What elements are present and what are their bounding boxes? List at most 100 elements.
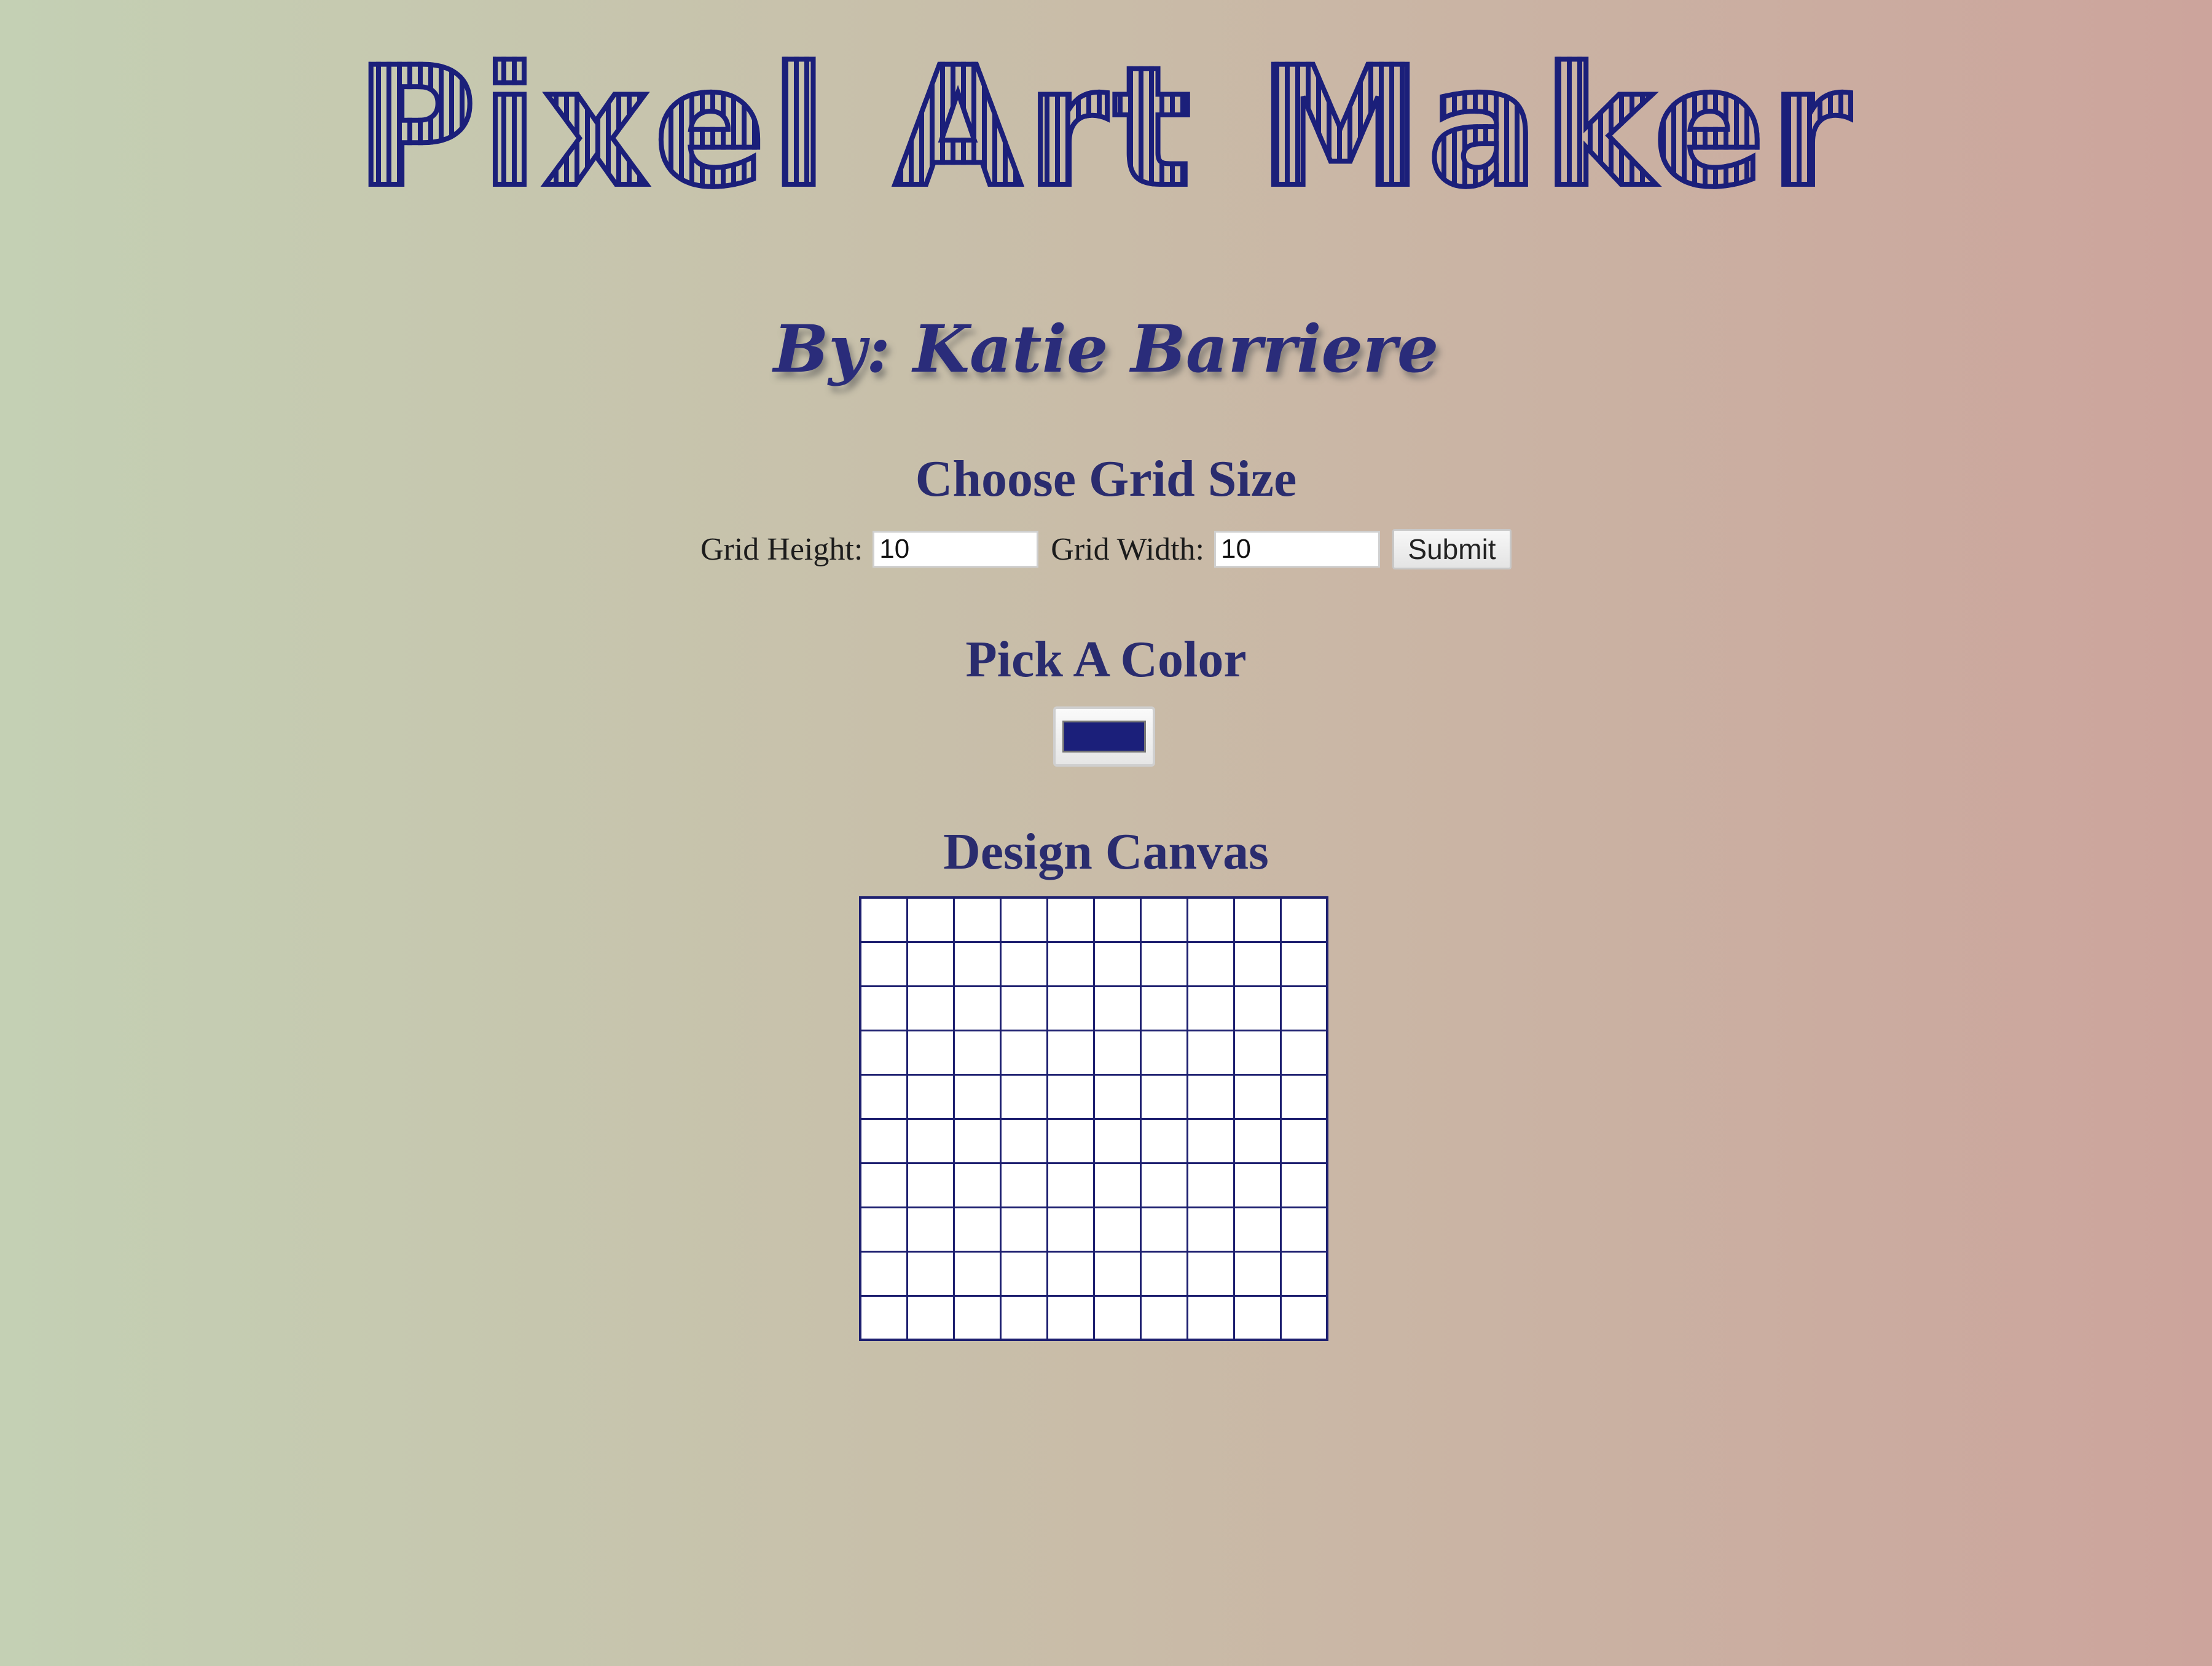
canvas-cell[interactable] [1139, 1250, 1188, 1297]
canvas-cell[interactable] [1233, 1294, 1282, 1341]
canvas-cell[interactable] [1139, 941, 1188, 987]
canvas-cell[interactable] [906, 1117, 955, 1164]
canvas-cell[interactable] [859, 1162, 908, 1208]
canvas-cell[interactable] [1279, 1162, 1328, 1208]
canvas-cell[interactable] [859, 1117, 908, 1164]
canvas-cell[interactable] [859, 1250, 908, 1297]
canvas-cell[interactable] [952, 1206, 1002, 1253]
canvas-cell[interactable] [1279, 1073, 1328, 1120]
canvas-cell[interactable] [1092, 1294, 1142, 1341]
canvas-cell[interactable] [1046, 1206, 1095, 1253]
canvas-cell[interactable] [906, 1029, 955, 1076]
canvas-cell[interactable] [1233, 896, 1282, 943]
canvas-cell[interactable] [999, 1250, 1048, 1297]
canvas-cell[interactable] [859, 1073, 908, 1120]
canvas-cell[interactable] [1233, 1206, 1282, 1253]
canvas-cell[interactable] [952, 1117, 1002, 1164]
canvas-cell[interactable] [1186, 896, 1235, 943]
canvas-cell[interactable] [1092, 1206, 1142, 1253]
canvas-cell[interactable] [999, 1294, 1048, 1341]
canvas-cell[interactable] [859, 1206, 908, 1253]
canvas-cell[interactable] [1092, 896, 1142, 943]
canvas-cell[interactable] [999, 896, 1048, 943]
submit-button[interactable]: Submit [1392, 529, 1512, 569]
canvas-cell[interactable] [1046, 1029, 1095, 1076]
canvas-cell[interactable] [906, 941, 955, 987]
canvas-cell[interactable] [1046, 985, 1095, 1031]
canvas-cell[interactable] [906, 985, 955, 1031]
canvas-cell[interactable] [1186, 985, 1235, 1031]
canvas-cell[interactable] [1139, 896, 1188, 943]
canvas-cell[interactable] [1279, 941, 1328, 987]
canvas-cell[interactable] [906, 1073, 955, 1120]
canvas-cell[interactable] [859, 941, 908, 987]
canvas-cell[interactable] [1139, 1162, 1188, 1208]
canvas-cell[interactable] [1233, 985, 1282, 1031]
canvas-cell[interactable] [906, 1294, 955, 1341]
grid-width-input[interactable] [1214, 531, 1380, 568]
canvas-cell[interactable] [952, 985, 1002, 1031]
canvas-cell[interactable] [952, 1294, 1002, 1341]
canvas-cell[interactable] [1139, 1029, 1188, 1076]
canvas-cell[interactable] [1046, 1250, 1095, 1297]
canvas-cell[interactable] [1046, 1294, 1095, 1341]
canvas-cell[interactable] [1279, 1117, 1328, 1164]
canvas-cell[interactable] [1233, 1162, 1282, 1208]
canvas-cell[interactable] [859, 985, 908, 1031]
canvas-cell[interactable] [1279, 896, 1328, 943]
canvas-cell[interactable] [1186, 1073, 1235, 1120]
canvas-cell[interactable] [999, 1162, 1048, 1208]
canvas-cell[interactable] [999, 985, 1048, 1031]
canvas-cell[interactable] [1279, 1250, 1328, 1297]
canvas-cell[interactable] [1092, 1250, 1142, 1297]
canvas-cell[interactable] [1046, 941, 1095, 987]
canvas-cell[interactable] [1279, 1294, 1328, 1341]
canvas-cell[interactable] [999, 1029, 1048, 1076]
canvas-cell[interactable] [1186, 1117, 1235, 1164]
canvas-cell[interactable] [1139, 1117, 1188, 1164]
canvas-cell[interactable] [1233, 941, 1282, 987]
color-picker[interactable] [1053, 706, 1155, 767]
canvas-cell[interactable] [1046, 1073, 1095, 1120]
canvas-cell[interactable] [1279, 1206, 1328, 1253]
canvas-cell[interactable] [1046, 1162, 1095, 1208]
canvas-cell[interactable] [1139, 1073, 1188, 1120]
canvas-cell[interactable] [1186, 1206, 1235, 1253]
canvas-cell[interactable] [1233, 1117, 1282, 1164]
canvas-cell[interactable] [1092, 985, 1142, 1031]
canvas-cell[interactable] [999, 1073, 1048, 1120]
canvas-cell[interactable] [952, 1250, 1002, 1297]
canvas-cell[interactable] [1139, 985, 1188, 1031]
canvas-cell[interactable] [1186, 1029, 1235, 1076]
canvas-cell[interactable] [1233, 1250, 1282, 1297]
canvas-cell[interactable] [906, 896, 955, 943]
canvas-cell[interactable] [1092, 1029, 1142, 1076]
canvas-cell[interactable] [906, 1250, 955, 1297]
canvas-cell[interactable] [1092, 1162, 1142, 1208]
canvas-cell[interactable] [1279, 1029, 1328, 1076]
canvas-cell[interactable] [859, 896, 908, 943]
canvas-cell[interactable] [1092, 941, 1142, 987]
canvas-cell[interactable] [952, 896, 1002, 943]
canvas-cell[interactable] [1186, 941, 1235, 987]
canvas-cell[interactable] [859, 1294, 908, 1341]
canvas-cell[interactable] [1186, 1250, 1235, 1297]
canvas-cell[interactable] [1139, 1294, 1188, 1341]
canvas-cell[interactable] [952, 941, 1002, 987]
canvas-cell[interactable] [1186, 1162, 1235, 1208]
canvas-cell[interactable] [1092, 1117, 1142, 1164]
canvas-cell[interactable] [1092, 1073, 1142, 1120]
canvas-cell[interactable] [1186, 1294, 1235, 1341]
canvas-cell[interactable] [952, 1162, 1002, 1208]
canvas-cell[interactable] [999, 941, 1048, 987]
canvas-cell[interactable] [1046, 1117, 1095, 1164]
canvas-cell[interactable] [952, 1073, 1002, 1120]
canvas-cell[interactable] [1279, 985, 1328, 1031]
canvas-cell[interactable] [859, 1029, 908, 1076]
canvas-cell[interactable] [1233, 1073, 1282, 1120]
canvas-cell[interactable] [1233, 1029, 1282, 1076]
canvas-cell[interactable] [906, 1206, 955, 1253]
canvas-cell[interactable] [999, 1206, 1048, 1253]
canvas-cell[interactable] [952, 1029, 1002, 1076]
canvas-cell[interactable] [906, 1162, 955, 1208]
